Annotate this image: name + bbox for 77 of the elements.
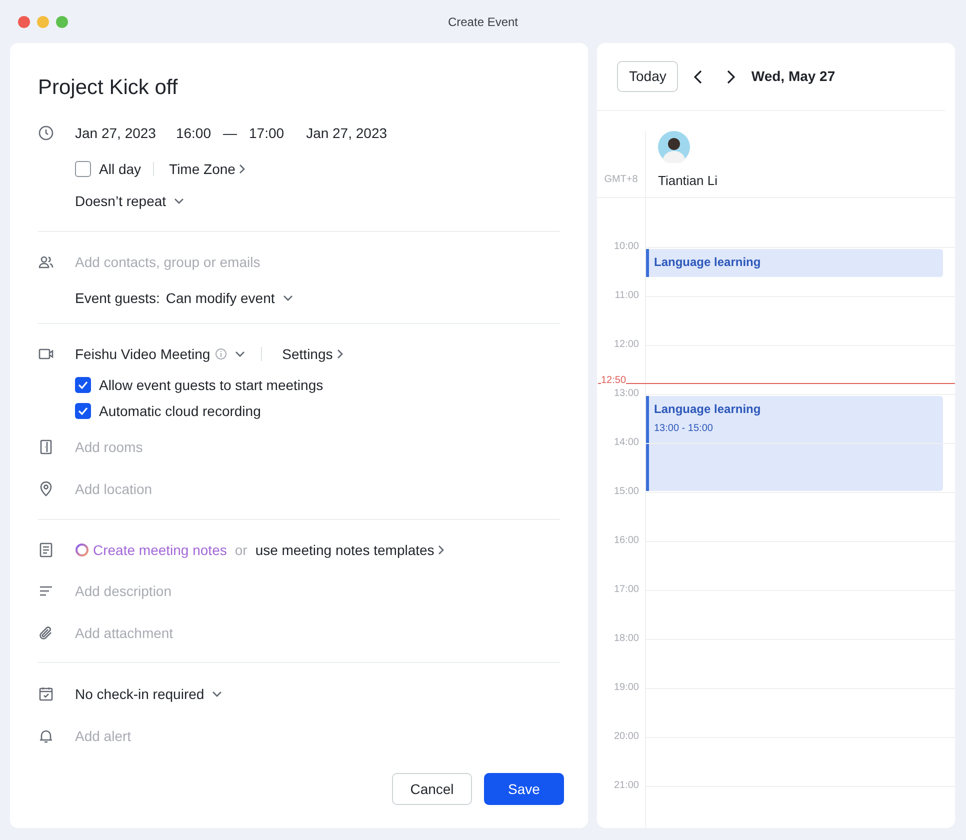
hour-label: 12:00 — [614, 339, 639, 351]
checkbox[interactable] — [75, 377, 91, 393]
event-title: Language learning — [654, 255, 762, 269]
people-icon — [38, 254, 54, 270]
hour-label: 20:00 — [614, 731, 639, 743]
ring-icon — [75, 543, 89, 557]
hour-label: 21:00 — [614, 780, 639, 792]
start-time[interactable]: 16:00 — [176, 122, 212, 144]
calendar-check-icon — [38, 686, 54, 702]
caret-down-icon — [174, 198, 184, 204]
chevron-right-icon — [336, 349, 343, 359]
or-text: or — [234, 540, 248, 560]
cancel-button[interactable]: Cancel — [392, 773, 472, 805]
guests-input-field[interactable]: Add contacts, group or emails — [75, 252, 375, 272]
avatar — [658, 131, 690, 163]
permission-label: Event guests: — [75, 288, 160, 308]
checkbox-label[interactable]: Automatic cloud recording — [99, 400, 261, 422]
create-notes-link[interactable]: Create meeting notes — [93, 540, 227, 560]
close-button[interactable] — [18, 16, 30, 28]
timezone-label: GMT+8 — [604, 173, 638, 187]
paperclip-icon — [38, 625, 54, 641]
location-pin-icon — [38, 481, 54, 497]
permission-dropdown[interactable]: Can modify event — [166, 288, 293, 308]
current-time: 12:50 — [601, 375, 626, 387]
hour-label: 10:00 — [614, 241, 639, 253]
hour-label: 13:00 — [614, 388, 639, 400]
info-icon — [215, 348, 228, 360]
checkbox-label[interactable]: All day — [99, 158, 142, 180]
checkmark-icon — [78, 407, 88, 415]
caret-down-icon — [282, 295, 293, 301]
hour-label: 16:00 — [614, 535, 639, 547]
save-button[interactable]: Save — [484, 773, 564, 805]
templates-link[interactable]: use meeting notes templates — [255, 540, 444, 560]
person-name: Tiantian Li — [658, 172, 718, 190]
bell-icon — [38, 728, 54, 744]
video-provider-dropdown[interactable]: Feishu Video Meeting — [75, 344, 246, 364]
event-title[interactable]: Project Kick off — [38, 73, 588, 103]
clock-icon — [38, 125, 54, 141]
caret-down-icon — [235, 351, 246, 357]
caret-down-icon — [212, 691, 222, 697]
window-title: Create Event — [448, 14, 518, 30]
chevron-left-icon[interactable] — [694, 70, 702, 84]
hour-label: 17:00 — [614, 584, 639, 596]
video-camera-icon — [38, 346, 54, 362]
rooms-input-field[interactable]: Add rooms — [75, 436, 375, 458]
checkbox-label[interactable]: Allow event guests to start meetings — [99, 374, 324, 396]
chevron-right-icon — [438, 545, 444, 555]
chevron-right-icon — [239, 164, 246, 174]
hour-label: 14:00 — [614, 437, 639, 449]
checkmark-icon — [78, 381, 88, 389]
calendar-event[interactable]: Language learning — [646, 249, 943, 277]
settings-link[interactable]: Settings — [282, 344, 343, 364]
hour-label: 18:00 — [614, 633, 639, 645]
repeat-dropdown[interactable]: Doesn’t repeat — [75, 190, 184, 212]
alert-input-field[interactable]: Add alert — [75, 726, 375, 746]
time-zone-link[interactable]: Time Zone — [169, 158, 246, 180]
checkbox[interactable] — [75, 161, 91, 177]
event-time: 13:00 - 15:00 — [654, 422, 714, 436]
hour-label: 19:00 — [614, 682, 639, 694]
start-date[interactable]: Jan 27, 2023 — [75, 122, 156, 144]
calendar-date: Wed, May 27 — [751, 67, 836, 86]
checkbox[interactable] — [75, 403, 91, 419]
attachment-input-field[interactable]: Add attachment — [75, 622, 375, 644]
today-button[interactable]: Today — [617, 61, 678, 92]
hour-label: 15:00 — [614, 486, 639, 498]
end-date[interactable]: Jan 27, 2023 — [306, 122, 388, 144]
door-icon — [38, 439, 54, 455]
end-time[interactable]: 17:00 — [249, 122, 284, 144]
check-in-dropdown[interactable]: No check-in required — [75, 684, 222, 704]
event-title: Language learning — [654, 402, 762, 416]
document-icon — [38, 542, 54, 558]
chevron-right-icon[interactable] — [727, 70, 736, 84]
description-input-field[interactable]: Add description — [75, 580, 375, 602]
location-input-field[interactable]: Add location — [75, 478, 375, 500]
time-separator: — — [223, 124, 238, 142]
hour-label: 11:00 — [614, 290, 639, 302]
calendar-event[interactable]: Language learning 13:00 - 15:00 — [646, 396, 943, 491]
